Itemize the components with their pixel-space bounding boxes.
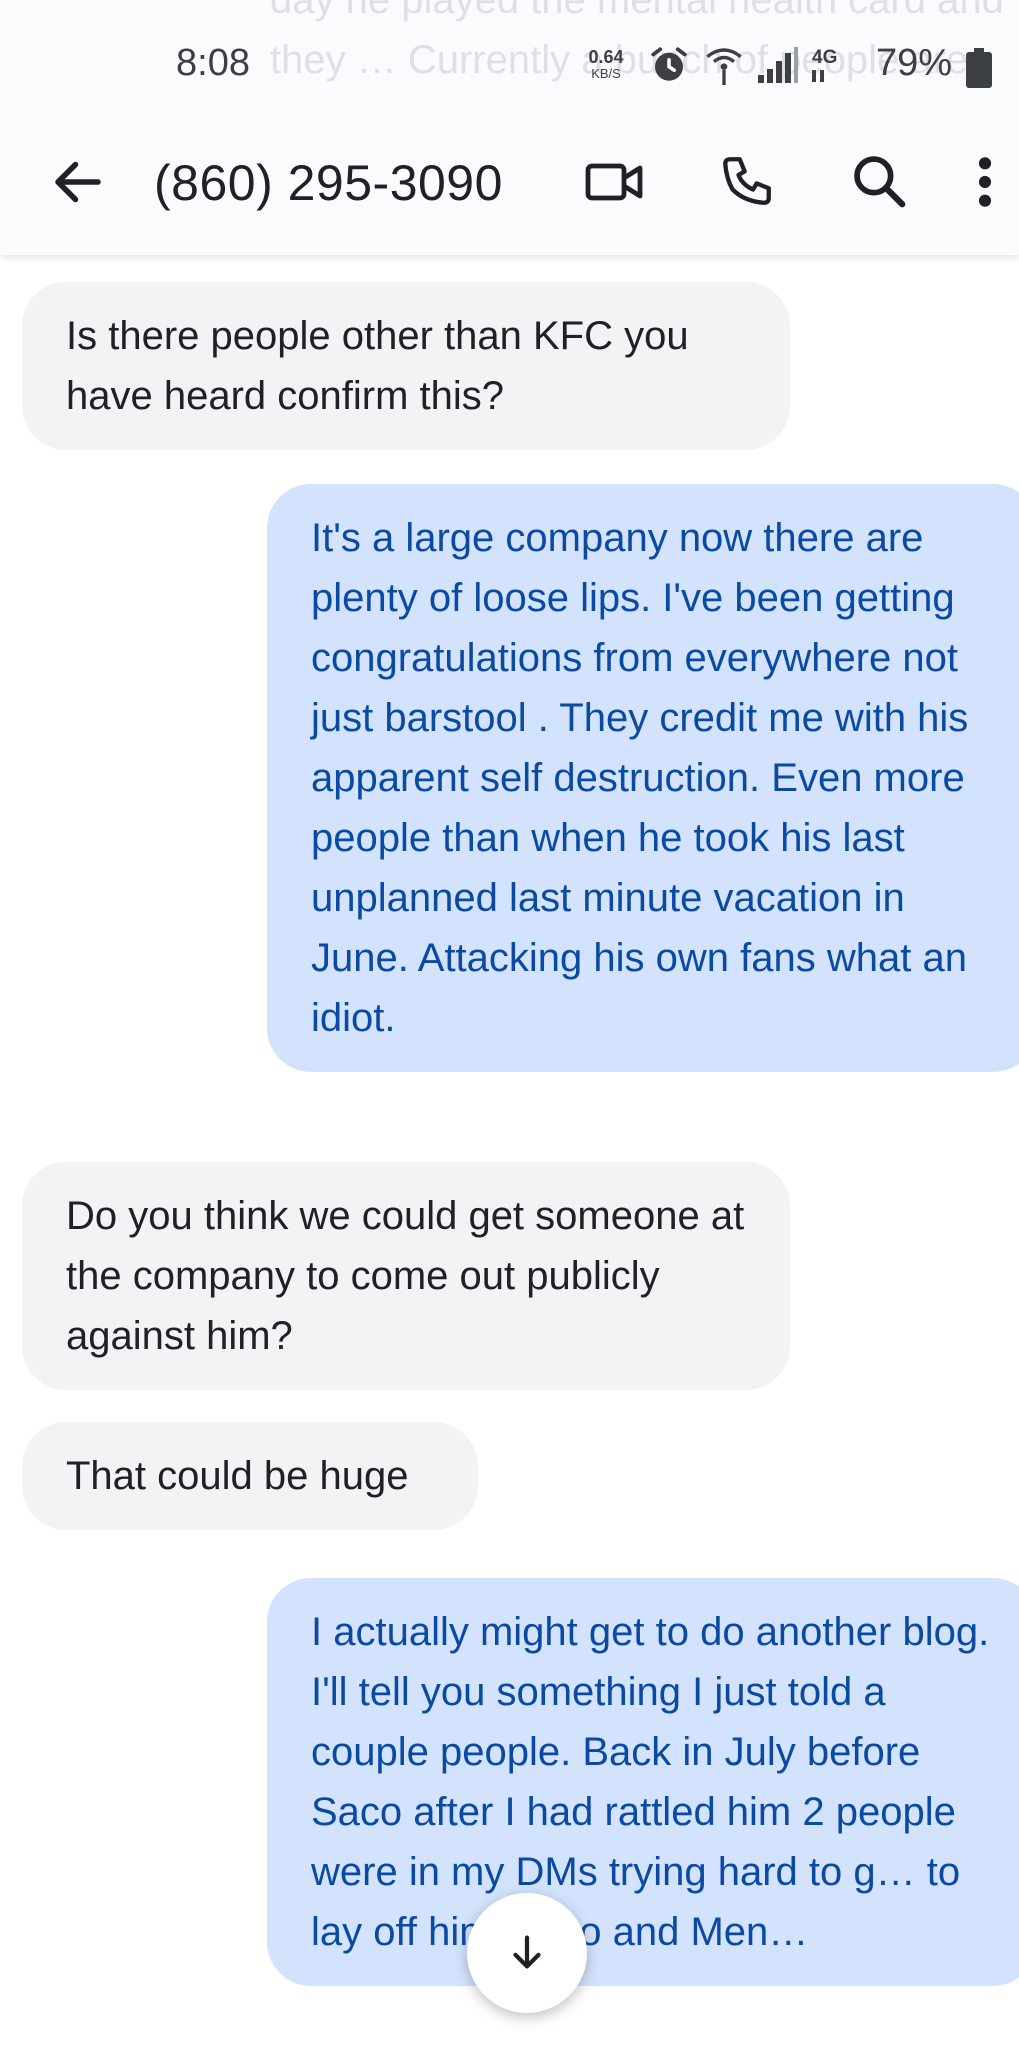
status-bar: 8:08 0.64 KB/S 4G 79% [0, 0, 1019, 130]
net-speed-value: 0.64 [588, 47, 624, 67]
more-vert-icon[interactable] [976, 154, 994, 210]
search-icon[interactable] [848, 150, 910, 212]
net-speed-unit: KB/S [591, 66, 621, 81]
status-icons: 4G [648, 40, 837, 90]
arrow-down-icon [513, 1935, 541, 1969]
contact-title[interactable]: (860) 295-3090 [154, 154, 503, 212]
top-bar: day he played the mental health card and… [0, 0, 1019, 255]
video-call-icon[interactable] [584, 154, 644, 210]
net-speed: 0.64 KB/S [583, 48, 629, 81]
message-incoming[interactable]: Is there people other than KFC you have … [22, 282, 790, 450]
messages-screen: day he played the mental health card and… [0, 0, 1019, 2048]
network-type: 4G [812, 48, 837, 82]
signal-icon [758, 47, 798, 83]
app-bar: (860) 295-3090 [0, 130, 1019, 250]
wifi-calling-icon [706, 48, 742, 85]
message-incoming[interactable]: Do you think we could get someone at the… [22, 1162, 790, 1390]
status-time: 8:08 [176, 42, 250, 84]
message-outgoing[interactable]: It's a large company now there are plent… [267, 484, 1019, 1072]
network-type-label: 4G [812, 47, 838, 68]
battery-percent: 79% [876, 42, 953, 84]
arrow-left-icon[interactable] [48, 152, 108, 212]
alarm-icon [651, 47, 687, 81]
message-incoming[interactable]: That could be huge [22, 1422, 478, 1530]
message-outgoing[interactable]: I actually might get to do another blog.… [267, 1578, 1019, 1986]
phone-icon[interactable] [718, 152, 776, 210]
scroll-to-bottom-button[interactable] [467, 1893, 587, 2013]
battery-icon [966, 48, 992, 88]
